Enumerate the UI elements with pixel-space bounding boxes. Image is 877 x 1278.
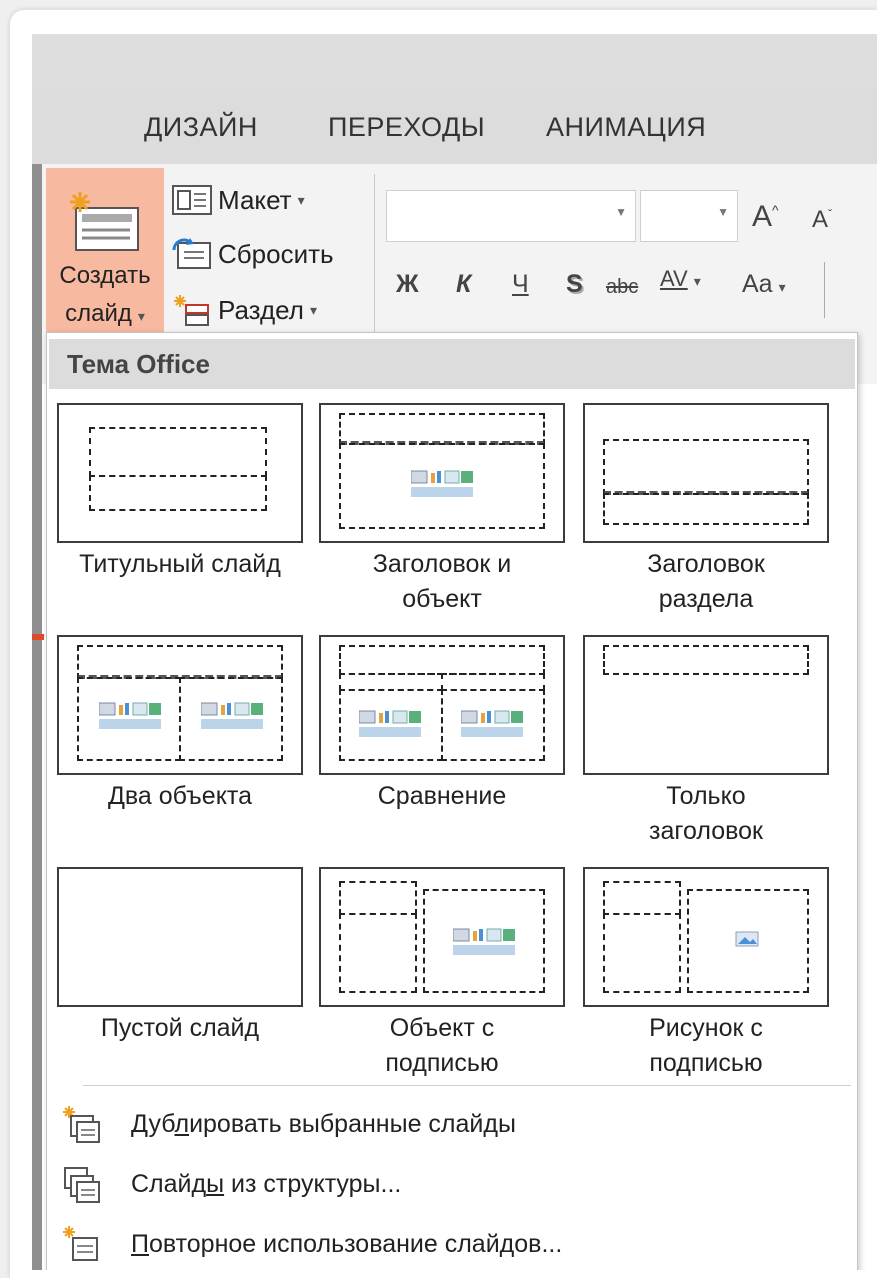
screenshot-frame: ДИЗАЙН ПЕРЕХОДЫ АНИМАЦИЯ Создать слайд ▾ … bbox=[10, 10, 877, 1278]
slide-marker bbox=[32, 634, 44, 640]
placeholder bbox=[603, 881, 681, 915]
layout-thumbnail bbox=[583, 635, 829, 775]
placeholder bbox=[339, 913, 417, 993]
layout-label: Пустой слайд bbox=[100, 1014, 260, 1042]
slides-from-outline-label: Слайды из структуры... bbox=[131, 1169, 402, 1198]
placeholder bbox=[339, 413, 545, 445]
section-button[interactable]: Раздел ▾ bbox=[172, 290, 317, 330]
content-icons bbox=[411, 470, 473, 497]
change-case-button[interactable]: Aa ▾ bbox=[742, 270, 786, 299]
new-slide-icon bbox=[70, 192, 139, 251]
layout-thumbnail bbox=[319, 403, 565, 543]
font-shrink-button[interactable]: Aˇ bbox=[812, 206, 832, 234]
reset-label: Сбросить bbox=[218, 238, 334, 269]
theme-title: Тема Office bbox=[67, 349, 210, 379]
chevron-down-icon: ▼ bbox=[717, 205, 729, 219]
content-icons bbox=[201, 702, 263, 729]
layout-thumbnail bbox=[319, 867, 565, 1007]
placeholder bbox=[339, 645, 545, 675]
left-border bbox=[32, 164, 42, 1270]
chevron-down-icon: ▾ bbox=[297, 191, 305, 208]
char-spacing-button[interactable]: AV ▾ bbox=[660, 266, 701, 292]
title-bar bbox=[32, 34, 877, 88]
new-slide-label-1: Создать bbox=[59, 262, 151, 289]
content-icons bbox=[453, 928, 515, 955]
layout-label: Сравнение bbox=[377, 782, 507, 810]
placeholder bbox=[603, 645, 809, 675]
ribbon-separator bbox=[374, 174, 375, 344]
layout-label: Два объекта bbox=[108, 782, 252, 810]
chevron-down-icon: ▼ bbox=[615, 205, 627, 219]
duplicate-slides-label: Дублировать выбранные слайды bbox=[131, 1109, 516, 1138]
slides-from-outline-icon bbox=[64, 1167, 100, 1203]
menu-divider bbox=[83, 1085, 851, 1086]
chevron-down-icon: ▾ bbox=[693, 273, 701, 289]
content-icons bbox=[359, 710, 421, 737]
font-name-combo[interactable]: ▼ bbox=[386, 190, 636, 242]
strikethrough-button[interactable]: abc bbox=[606, 276, 638, 299]
caret-down-icon: ˇ bbox=[828, 207, 833, 221]
font-size-combo[interactable]: ▼ bbox=[640, 190, 738, 242]
ribbon-separator bbox=[824, 262, 825, 318]
new-slide-dropdown: Тема Office Титульный слайд Заголовок ио… bbox=[46, 332, 858, 1270]
placeholder bbox=[603, 913, 681, 993]
font-grow-button[interactable]: A^ bbox=[752, 200, 779, 234]
reuse-slides-icon bbox=[63, 1226, 98, 1261]
layout-label: Объект с подписью bbox=[385, 1014, 499, 1077]
chevron-down-icon: ▾ bbox=[309, 301, 317, 318]
slides-from-outline-command[interactable]: Слайды из структуры... bbox=[61, 1159, 401, 1209]
placeholder bbox=[339, 881, 417, 915]
layout-label: Только заголовок bbox=[649, 782, 763, 845]
new-slide-button[interactable]: Создать слайд ▾ bbox=[46, 168, 164, 340]
layout-label: Рисунок с подписью bbox=[649, 1014, 763, 1077]
layout-thumbnail bbox=[57, 403, 303, 543]
placeholder bbox=[89, 427, 267, 477]
tab-design[interactable]: ДИЗАЙН bbox=[144, 112, 258, 143]
underline-button[interactable]: Ч bbox=[512, 270, 529, 299]
shadow-button[interactable]: S bbox=[566, 270, 583, 299]
chevron-down-icon: ▾ bbox=[778, 279, 786, 295]
new-slide-label-2: слайд ▾ bbox=[65, 300, 145, 327]
layout-button[interactable]: Макет ▾ bbox=[172, 180, 305, 220]
layout-label: Титульный слайд bbox=[79, 550, 281, 578]
theme-header: Тема Office bbox=[49, 339, 855, 389]
italic-button[interactable]: К bbox=[456, 270, 471, 299]
placeholder bbox=[603, 493, 809, 525]
placeholder bbox=[603, 439, 809, 495]
section-icon bbox=[174, 295, 209, 326]
layout-label: Заголовок и объект bbox=[372, 550, 512, 613]
tab-transitions[interactable]: ПЕРЕХОДЫ bbox=[328, 112, 485, 143]
layout-thumbnail bbox=[583, 867, 829, 1007]
duplicate-slides-command[interactable]: Дублировать выбранные слайды bbox=[61, 1099, 516, 1149]
layout-thumbnail bbox=[57, 867, 303, 1007]
placeholder bbox=[77, 645, 283, 679]
bold-button[interactable]: Ж bbox=[396, 270, 419, 299]
duplicate-slides-icon bbox=[63, 1106, 100, 1143]
section-label: Раздел bbox=[218, 294, 304, 325]
layout-label: Макет bbox=[218, 184, 292, 215]
chevron-down-icon: ▾ bbox=[137, 308, 145, 324]
powerpoint-window: ДИЗАЙН ПЕРЕХОДЫ АНИМАЦИЯ Создать слайд ▾ … bbox=[32, 34, 877, 1270]
content-icons bbox=[99, 702, 161, 729]
content-icons bbox=[461, 710, 523, 737]
placeholder bbox=[89, 475, 267, 511]
picture-icon bbox=[735, 931, 759, 947]
layout-thumbnail bbox=[57, 635, 303, 775]
reuse-slides-label: Повторное использование слайдов... bbox=[131, 1229, 563, 1258]
tab-animation[interactable]: АНИМАЦИЯ bbox=[546, 112, 706, 143]
ribbon-tabs: ДИЗАЙН ПЕРЕХОДЫ АНИМАЦИЯ bbox=[32, 88, 877, 165]
layout-thumbnail bbox=[583, 403, 829, 543]
caret-up-icon: ^ bbox=[772, 202, 779, 218]
reset-button[interactable]: Сбросить bbox=[172, 234, 334, 274]
layout-thumbnail bbox=[319, 635, 565, 775]
reset-icon bbox=[172, 238, 211, 269]
layout-icon bbox=[172, 185, 212, 215]
reuse-slides-command[interactable]: Повторное использование слайдов... bbox=[61, 1219, 562, 1269]
layout-label: Заголовок раздела bbox=[647, 550, 765, 613]
